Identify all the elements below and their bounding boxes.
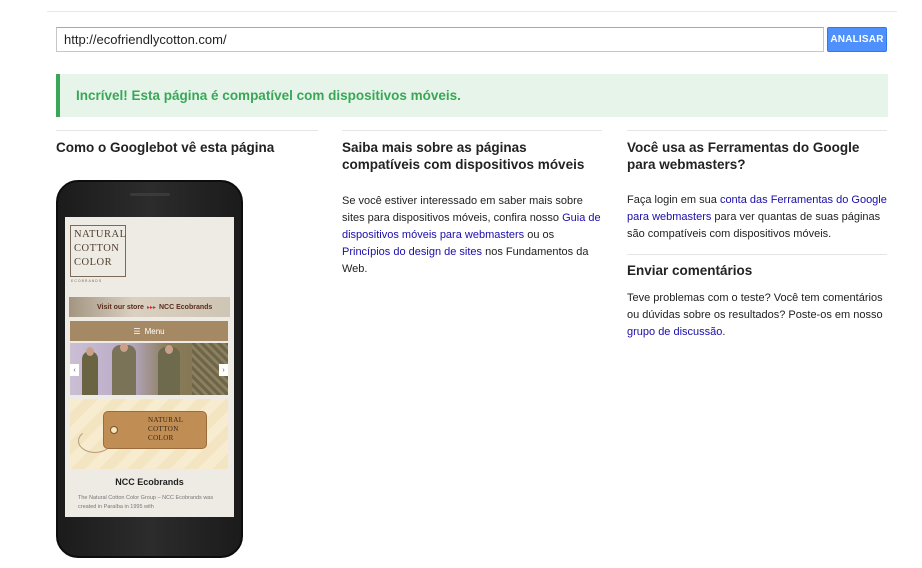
hamburger-icon: ☰ bbox=[133, 326, 141, 336]
menu-label: Menu bbox=[144, 326, 165, 336]
model-head bbox=[165, 345, 173, 354]
text-segment: . bbox=[722, 326, 726, 338]
phone-speaker bbox=[130, 193, 170, 196]
result-message: Incrível! Esta página é compatível com d… bbox=[76, 88, 461, 103]
column-divider bbox=[342, 130, 602, 131]
phone-section-body: The Natural Cotton Color Group – NCC Eco… bbox=[78, 495, 214, 510]
model-figure bbox=[112, 345, 136, 395]
text-segment: Se você estiver interessado em saber mai… bbox=[342, 195, 583, 224]
webmaster-tools-text: Faça login em sua conta das Ferramentas … bbox=[627, 192, 887, 243]
logo-subtitle: ECOBRANDS bbox=[71, 279, 103, 283]
chevron-right-icon: › bbox=[219, 364, 228, 376]
tag-line: NATURAL bbox=[148, 416, 184, 424]
tag-line: COLOR bbox=[148, 434, 174, 442]
model-head bbox=[120, 343, 128, 352]
url-input[interactable] bbox=[56, 27, 824, 52]
discussion-group-link[interactable]: grupo de discussão bbox=[627, 326, 722, 338]
googlebot-title: Como o Googlebot vê esta página bbox=[56, 140, 275, 155]
design-principles-link[interactable]: Princípios do design de sites bbox=[342, 246, 482, 258]
logo-line: COLOR bbox=[74, 257, 113, 268]
tag-line: COTTON bbox=[148, 425, 179, 433]
logo-line: NATURAL bbox=[74, 229, 127, 240]
logo-line: COTTON bbox=[74, 243, 120, 254]
site-menu-bar: ☰ Menu bbox=[70, 321, 228, 341]
site-logo: NATURAL COTTON COLOR bbox=[70, 225, 126, 277]
slideshow-image bbox=[70, 343, 228, 395]
section-divider bbox=[627, 254, 887, 255]
text-segment: ou os bbox=[524, 229, 555, 241]
brand-tag: NATURAL COTTON COLOR bbox=[103, 411, 207, 449]
model-figure bbox=[82, 351, 98, 395]
column-divider bbox=[627, 130, 887, 131]
phone-section-title: NCC Ecobrands bbox=[115, 477, 184, 487]
webmaster-column: Você usa as Ferramentas do Google para w… bbox=[627, 130, 887, 341]
banner-brand: NCC Ecobrands bbox=[159, 303, 213, 311]
text-segment: Teve problemas com o teste? Você tem com… bbox=[627, 292, 883, 321]
phone-screen-preview: NATURAL COTTON COLOR ECOBRANDS Visit our… bbox=[65, 217, 234, 517]
tag-hole bbox=[110, 426, 118, 434]
analyze-button[interactable]: ANALISAR bbox=[827, 27, 887, 52]
model-figure bbox=[158, 347, 180, 395]
model-head bbox=[86, 347, 94, 356]
chevron-left-icon: ‹ bbox=[70, 364, 79, 376]
learn-more-title: Saiba mais sobre as páginas compatíveis … bbox=[342, 140, 585, 172]
column-divider bbox=[56, 130, 318, 131]
tag-text: NATURAL COTTON COLOR bbox=[148, 416, 183, 443]
top-divider bbox=[47, 11, 897, 12]
banner-arrows: ▸▸▸ bbox=[146, 304, 156, 311]
store-banner: Visit our store ▸▸▸ NCC Ecobrands bbox=[69, 297, 230, 317]
feedback-text: Teve problemas com o teste? Você tem com… bbox=[627, 290, 887, 341]
banner-text: Visit our store bbox=[97, 303, 144, 311]
webmaster-tools-title: Você usa as Ferramentas do Google para w… bbox=[627, 140, 860, 172]
learn-more-text: Se você estiver interessado em saber mai… bbox=[342, 193, 602, 278]
text-segment: Faça login em sua bbox=[627, 194, 720, 206]
result-banner: Incrível! Esta página é compatível com d… bbox=[56, 74, 888, 117]
googlebot-column: Como o Googlebot vê esta página bbox=[56, 130, 318, 156]
learn-more-column: Saiba mais sobre as páginas compatíveis … bbox=[342, 130, 602, 278]
feedback-title: Enviar comentários bbox=[627, 263, 753, 278]
brand-tag-image: NATURAL COTTON COLOR bbox=[70, 399, 228, 469]
